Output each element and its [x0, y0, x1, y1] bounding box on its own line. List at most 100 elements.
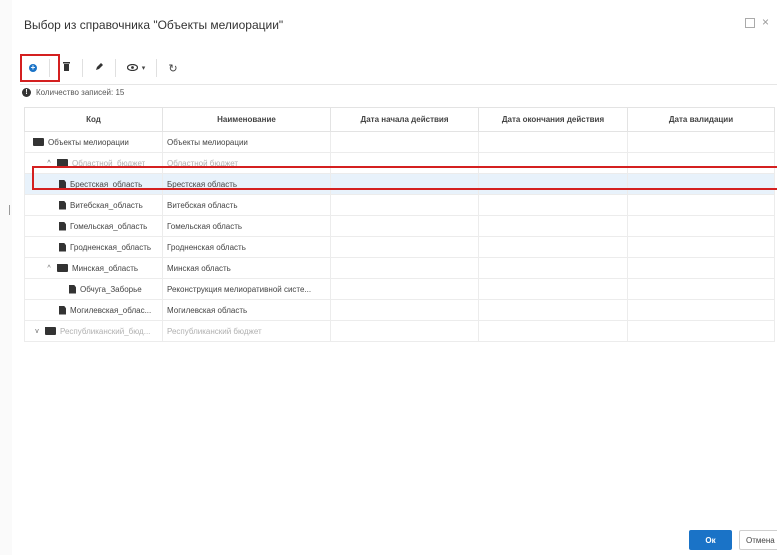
cell-code: Объекты мелиорации — [24, 131, 163, 153]
cell-code: Могилевская_облас... — [24, 299, 163, 321]
folder-open-icon — [57, 263, 68, 272]
table-row[interactable]: Гродненская_область Гродненская область — [24, 236, 775, 258]
chevron-up-icon[interactable]: ^ — [45, 265, 53, 272]
file-icon — [59, 200, 66, 210]
cell-code: Гродненская_область — [24, 236, 163, 258]
grid-header-row: Код Наименование Дата начала действия Да… — [24, 107, 775, 132]
chevron-down-icon[interactable]: v — [33, 328, 41, 335]
file-icon — [59, 305, 66, 315]
cell-end-date — [478, 257, 628, 279]
add-button-highlight — [20, 54, 60, 82]
toolbar-separator — [82, 59, 83, 77]
cell-start-date — [330, 236, 479, 258]
cell-name: Витебская область — [162, 194, 331, 216]
cell-start-date — [330, 131, 479, 153]
cell-code: Гомельская_область — [24, 215, 163, 237]
cell-start-date — [330, 215, 479, 237]
cell-validation-date — [627, 278, 775, 300]
cell-validation-date — [627, 299, 775, 321]
records-count: ! Количество записей: 15 — [22, 88, 124, 97]
eye-icon — [126, 62, 138, 74]
cell-validation-date — [627, 215, 775, 237]
cell-name: Гродненская область — [162, 236, 331, 258]
toolbar-separator — [115, 59, 116, 77]
file-icon — [59, 242, 66, 252]
cell-name: Объекты мелиорации — [162, 131, 331, 153]
file-icon — [69, 284, 76, 294]
close-icon[interactable]: × — [762, 15, 769, 29]
cell-validation-date — [627, 131, 775, 153]
window-controls: × — [744, 15, 769, 29]
ok-button[interactable]: Ок — [689, 530, 732, 550]
cell-end-date — [478, 320, 628, 342]
table-row[interactable]: ^ Минская_область Минская область — [24, 257, 775, 279]
cell-end-date — [478, 236, 628, 258]
cell-code-text: Республиканский_бюд... — [60, 326, 151, 336]
column-header-start-date[interactable]: Дата начала действия — [330, 107, 479, 132]
cell-start-date — [330, 257, 479, 279]
cell-start-date — [330, 278, 479, 300]
background-left-strip — [0, 0, 12, 555]
cell-code-text: Могилевская_облас... — [70, 305, 152, 315]
cell-validation-date — [627, 194, 775, 216]
table-row[interactable]: Витебская_область Витебская область — [24, 194, 775, 216]
cell-validation-date — [627, 257, 775, 279]
chevron-down-icon: ▾ — [141, 65, 146, 72]
cell-end-date — [478, 131, 628, 153]
reference-dialog: Выбор из справочника "Объекты мелиорации… — [12, 0, 777, 555]
cell-start-date — [330, 299, 479, 321]
folder-open-icon — [33, 137, 44, 146]
column-header-validation-date[interactable]: Дата валидации — [627, 107, 775, 132]
cell-end-date — [478, 278, 628, 300]
background-tick — [9, 205, 10, 215]
toolbar-divider — [20, 84, 777, 85]
dialog-title: Выбор из справочника "Объекты мелиорации… — [24, 18, 284, 32]
cell-name: Минская область — [162, 257, 331, 279]
cell-code: ^ Минская_область — [24, 257, 163, 279]
toolbar-separator — [156, 59, 157, 77]
column-header-end-date[interactable]: Дата окончания действия — [478, 107, 628, 132]
column-header-code[interactable]: Код — [24, 107, 163, 132]
cell-code-text: Объекты мелиорации — [48, 137, 129, 147]
edit-button[interactable] — [88, 58, 110, 78]
cell-start-date — [330, 194, 479, 216]
maximize-icon[interactable] — [744, 18, 755, 28]
data-grid: Код Наименование Дата начала действия Да… — [24, 107, 775, 342]
trash-icon — [62, 62, 70, 74]
cell-end-date — [478, 215, 628, 237]
cell-end-date — [478, 299, 628, 321]
refresh-button[interactable]: ↻ — [162, 58, 184, 78]
cell-name: Могилевская область — [162, 299, 331, 321]
grid-body: Объекты мелиорации Объекты мелиорации ^ Обл… — [24, 131, 775, 342]
cell-code: Обчуга_Заборье — [24, 278, 163, 300]
column-header-name[interactable]: Наименование — [162, 107, 331, 132]
cell-name: Гомельская область — [162, 215, 331, 237]
cell-code-text: Минская_область — [72, 263, 139, 273]
selected-row-highlight — [32, 166, 777, 190]
table-row[interactable]: Обчуга_Заборье Реконструкция мелиоративно… — [24, 278, 775, 300]
view-button[interactable]: ▾ — [121, 58, 151, 78]
table-row[interactable]: Гомельская_область Гомельская область — [24, 215, 775, 237]
cell-code-text: Витебская_область — [70, 200, 143, 210]
folder-icon — [45, 326, 56, 335]
records-count-label: Количество записей: 15 — [36, 88, 125, 97]
cell-code-text: Обчуга_Заборье — [80, 284, 142, 294]
table-row[interactable]: Могилевская_облас... Могилевская область — [24, 299, 775, 321]
cell-code-text: Гродненская_область — [70, 242, 152, 252]
cell-name: Реконструкция мелиоративной систе... — [162, 278, 331, 300]
info-icon: ! — [22, 88, 31, 97]
cancel-button[interactable]: Отмена — [739, 530, 777, 550]
pencil-icon — [95, 62, 104, 74]
cell-code: v Республиканский_бюд... — [24, 320, 163, 342]
cell-end-date — [478, 194, 628, 216]
file-icon — [59, 221, 66, 231]
table-row[interactable]: v Республиканский_бюд... Республиканский б… — [24, 320, 775, 342]
cell-start-date — [330, 320, 479, 342]
cell-validation-date — [627, 236, 775, 258]
cell-code-text: Гомельская_область — [70, 221, 148, 231]
cell-validation-date — [627, 320, 775, 342]
refresh-icon: ↻ — [168, 62, 178, 75]
cell-code: Витебская_область — [24, 194, 163, 216]
cell-name: Республиканский бюджет — [162, 320, 331, 342]
table-row[interactable]: Объекты мелиорации Объекты мелиорации — [24, 131, 775, 153]
